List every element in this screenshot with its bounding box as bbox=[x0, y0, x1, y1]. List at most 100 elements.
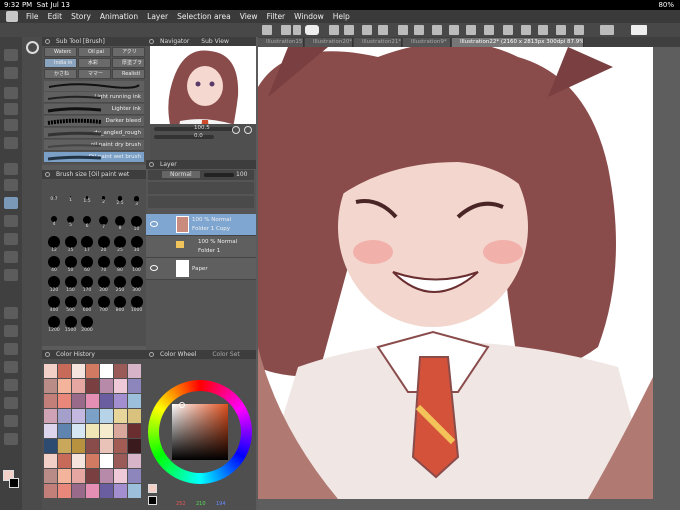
color-history-swatch[interactable] bbox=[114, 409, 127, 423]
color-history-swatch[interactable] bbox=[114, 469, 127, 483]
subtab-layered[interactable]: かさね bbox=[44, 69, 77, 79]
text-tool-icon[interactable] bbox=[4, 397, 18, 409]
subtab-oil-paint[interactable]: Oil pai bbox=[78, 47, 111, 57]
brush-size-preset[interactable]: 1.5 bbox=[79, 196, 95, 204]
brush-tool-icon[interactable] bbox=[4, 197, 18, 209]
brush-size-preset[interactable]: 60 bbox=[79, 256, 95, 273]
brush-size-preset[interactable]: 25 bbox=[112, 236, 128, 253]
color-history-swatch[interactable] bbox=[100, 394, 113, 408]
color-history-swatch[interactable] bbox=[44, 439, 57, 453]
paste-icon[interactable] bbox=[466, 25, 476, 35]
brush-size-preset[interactable]: 1 bbox=[63, 196, 79, 203]
subtab-mamar[interactable]: ママー bbox=[78, 69, 111, 79]
menu-file[interactable]: File bbox=[26, 12, 39, 21]
color-history-swatch[interactable] bbox=[86, 379, 99, 393]
color-history-swatch[interactable] bbox=[72, 454, 85, 468]
vertical-scroll-area[interactable] bbox=[654, 47, 680, 510]
brush-size-preset[interactable]: 20 bbox=[96, 236, 112, 253]
zoom-fit-icon[interactable] bbox=[232, 126, 240, 134]
copy-icon[interactable] bbox=[432, 25, 442, 35]
illustration-canvas[interactable] bbox=[258, 47, 653, 499]
hand-tool-icon[interactable] bbox=[4, 67, 18, 79]
brush-size-preset[interactable]: 120 bbox=[46, 276, 62, 293]
color-history-swatch[interactable] bbox=[114, 439, 127, 453]
brush-size-preset[interactable]: 700 bbox=[96, 296, 112, 313]
menu-help[interactable]: Help bbox=[333, 12, 350, 21]
color-history-swatch[interactable] bbox=[128, 409, 141, 423]
menu-view[interactable]: View bbox=[240, 12, 258, 21]
rotate-reset-icon[interactable] bbox=[244, 126, 252, 134]
color-history-swatch[interactable] bbox=[72, 409, 85, 423]
frame-tool-icon[interactable] bbox=[4, 361, 18, 373]
sub-color-swatch[interactable] bbox=[9, 478, 19, 488]
redo-icon[interactable] bbox=[414, 25, 424, 35]
brush-size-preset[interactable]: 2000 bbox=[79, 316, 95, 333]
brush-size-preset[interactable]: 30 bbox=[129, 236, 145, 253]
color-history-swatch[interactable] bbox=[128, 484, 141, 498]
color-history-swatch[interactable] bbox=[72, 469, 85, 483]
opacity-slider[interactable] bbox=[204, 173, 234, 177]
brush-oil-paint-dry[interactable]: oil paint dry brush bbox=[44, 140, 144, 151]
color-history-swatch[interactable] bbox=[44, 379, 57, 393]
subtab-thick-brush[interactable]: 厚塗ブラ bbox=[112, 58, 145, 68]
deselect-icon[interactable] bbox=[556, 25, 566, 35]
saturation-square[interactable] bbox=[172, 404, 228, 460]
select-all-icon[interactable] bbox=[538, 25, 548, 35]
grid-icon[interactable] bbox=[262, 25, 272, 35]
color-history-swatch[interactable] bbox=[128, 454, 141, 468]
cut-icon[interactable] bbox=[449, 25, 459, 35]
brush-size-preset[interactable]: 300 bbox=[129, 276, 145, 293]
color-history-swatch[interactable] bbox=[58, 409, 71, 423]
brush-size-preset[interactable]: 600 bbox=[79, 296, 95, 313]
color-history-swatch[interactable] bbox=[72, 379, 85, 393]
menu-animation[interactable]: Animation bbox=[100, 12, 138, 21]
eraser-tool-icon[interactable] bbox=[4, 251, 18, 263]
color-history-swatch[interactable] bbox=[58, 454, 71, 468]
color-history-swatch[interactable] bbox=[128, 394, 141, 408]
panel-toggle-icon[interactable] bbox=[149, 39, 154, 44]
crop-icon[interactable] bbox=[521, 25, 531, 35]
menu-selection-area[interactable]: Selection area bbox=[177, 12, 231, 21]
panel-toggle-icon[interactable] bbox=[45, 172, 50, 177]
menu-story[interactable]: Story bbox=[71, 12, 91, 21]
brush-size-preset[interactable]: 0.7 bbox=[46, 196, 62, 202]
color-history-swatch[interactable] bbox=[58, 364, 71, 378]
brush-size-preset[interactable]: 40 bbox=[46, 256, 62, 273]
tab-navigator[interactable]: Navigator bbox=[160, 38, 189, 45]
color-history-swatch[interactable] bbox=[44, 484, 57, 498]
brush-size-preset[interactable]: 250 bbox=[112, 276, 128, 293]
subtab-watercolor[interactable]: Waterc bbox=[44, 47, 77, 57]
brush-size-preset[interactable]: 15 bbox=[63, 236, 79, 253]
brush-lighter-ink[interactable]: Lighter ink bbox=[44, 104, 144, 115]
visibility-eye-icon[interactable] bbox=[150, 221, 158, 227]
brush-oil-paint-wet[interactable]: Oil paint wet brush bbox=[44, 152, 144, 163]
color-history-swatch[interactable] bbox=[100, 439, 113, 453]
brush-size-preset[interactable]: 170 bbox=[79, 276, 95, 293]
brush-size-preset[interactable]: 4 bbox=[46, 216, 62, 227]
brush-size-preset[interactable]: 6 bbox=[79, 216, 95, 229]
pencil-tool-icon[interactable] bbox=[4, 179, 18, 191]
layer-paper[interactable]: Paper bbox=[146, 258, 256, 280]
color-history-swatch[interactable] bbox=[72, 439, 85, 453]
color-history-swatch[interactable] bbox=[86, 409, 99, 423]
new-canvas-icon[interactable] bbox=[329, 25, 339, 35]
color-history-swatch[interactable] bbox=[72, 364, 85, 378]
brush-light-running-ink[interactable]: Light running ink bbox=[44, 92, 144, 103]
layer-folder-1-copy[interactable]: 100 % Normal Folder 1 Copy bbox=[146, 214, 256, 236]
help-icon[interactable] bbox=[631, 25, 647, 35]
fill-icon[interactable] bbox=[484, 25, 494, 35]
hue-ring[interactable] bbox=[148, 380, 252, 484]
ruler-tool-icon[interactable] bbox=[4, 379, 18, 391]
current-color-swatch[interactable] bbox=[148, 484, 157, 493]
lasso-tool-icon[interactable] bbox=[4, 119, 18, 131]
color-history-swatch[interactable] bbox=[114, 424, 127, 438]
eyedropper-tool-icon[interactable] bbox=[4, 87, 18, 99]
subtab-india-ink[interactable]: India in bbox=[44, 58, 77, 68]
color-history-swatch[interactable] bbox=[100, 379, 113, 393]
color-history-swatch[interactable] bbox=[128, 424, 141, 438]
color-history-swatch[interactable] bbox=[58, 469, 71, 483]
color-history-swatch[interactable] bbox=[58, 379, 71, 393]
pen-tool-icon[interactable] bbox=[4, 163, 18, 175]
subtab-realistic[interactable]: Realisti bbox=[112, 69, 145, 79]
color-history-swatch[interactable] bbox=[100, 409, 113, 423]
